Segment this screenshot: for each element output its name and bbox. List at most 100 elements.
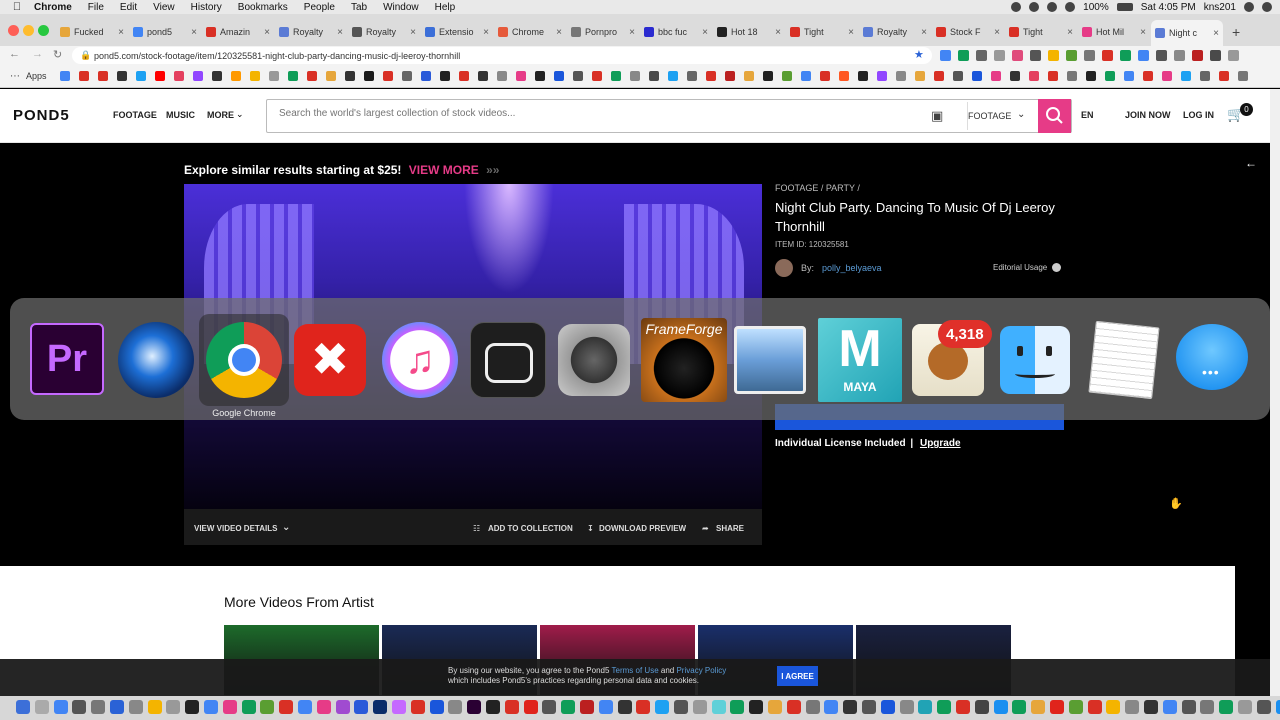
artist-link[interactable]: polly_belyaeva	[822, 263, 882, 273]
menu-window[interactable]: Window	[383, 2, 419, 13]
bookmark-icon[interactable]	[174, 71, 184, 81]
apple-menu-icon[interactable]: 	[0, 1, 34, 13]
dock-app-icon[interactable]	[1275, 700, 1280, 714]
wifi-icon[interactable]	[1065, 2, 1076, 12]
page-scrollbar[interactable]	[1270, 89, 1280, 696]
bookmark-icon[interactable]	[1086, 71, 1096, 81]
dock-app-icon[interactable]	[674, 700, 688, 714]
bookmark-icon[interactable]	[383, 71, 393, 81]
google-chrome-icon[interactable]	[206, 322, 282, 398]
dock-app-icon[interactable]	[580, 700, 594, 714]
extension-icon[interactable]	[1030, 50, 1041, 61]
dock-app-icon[interactable]	[429, 700, 444, 714]
menu-edit[interactable]: Edit	[120, 2, 137, 13]
system-preferences-icon[interactable]	[558, 324, 630, 396]
close-tab-icon[interactable]: ×	[410, 27, 416, 38]
menu-people[interactable]: People	[304, 2, 335, 13]
close-tab-icon[interactable]: ×	[1067, 27, 1073, 38]
status-icon[interactable]	[1011, 2, 1022, 12]
bookmark-icon[interactable]	[288, 71, 298, 81]
bookmark-icon[interactable]	[896, 71, 906, 81]
add-to-collection-button[interactable]: ADD TO COLLECTION	[488, 524, 573, 533]
bookmark-icon[interactable]	[98, 71, 108, 81]
bookmark-icon[interactable]	[611, 71, 621, 81]
browser-tab[interactable]: Stock F ×	[932, 22, 1004, 42]
extension-icon[interactable]	[940, 50, 951, 61]
dock-app-icon[interactable]	[598, 700, 613, 714]
dock-app-icon[interactable]	[279, 700, 294, 714]
bookmark-icon[interactable]	[706, 71, 716, 81]
bookmark-icon[interactable]	[744, 71, 754, 81]
bookmark-icon[interactable]	[763, 71, 773, 81]
back-icon[interactable]: ←	[9, 48, 20, 60]
dock-app-icon[interactable]	[974, 700, 989, 714]
bookmark-icon[interactable]	[573, 71, 583, 81]
bookmark-icon[interactable]	[1029, 71, 1039, 81]
bookmark-icon[interactable]	[345, 71, 355, 81]
dock-app-icon[interactable]	[1125, 700, 1140, 714]
bookmark-icon[interactable]	[440, 71, 450, 81]
breadcrumb[interactable]: FOOTAGE / PARTY /	[775, 183, 860, 193]
browser-tab[interactable]: Royalty ×	[859, 22, 931, 42]
extension-icon[interactable]	[1210, 50, 1221, 61]
dock-app-icon[interactable]	[1200, 700, 1215, 714]
bookmark-icon[interactable]	[1219, 71, 1229, 81]
extension-icon[interactable]	[958, 50, 969, 61]
chevron-down-icon[interactable]: ⌄	[236, 109, 244, 120]
dock-app-icon[interactable]	[1050, 700, 1064, 714]
dock-app-icon[interactable]	[1068, 700, 1083, 714]
spotlight-icon[interactable]	[1244, 2, 1254, 12]
dock-app-icon[interactable]	[185, 700, 200, 714]
menu-file[interactable]: File	[88, 2, 104, 13]
info-icon[interactable]	[1052, 263, 1062, 273]
browser-tab[interactable]: Tight ×	[1005, 22, 1077, 42]
finder-icon[interactable]	[1000, 326, 1070, 394]
extension-icon[interactable]	[1066, 50, 1077, 61]
dock-app-icon[interactable]	[373, 700, 388, 714]
browser-tab[interactable]: Royalty ×	[348, 22, 420, 42]
bookmark-icon[interactable]	[155, 71, 165, 81]
dock-app-icon[interactable]	[655, 700, 670, 714]
dock-app-icon[interactable]	[204, 700, 218, 714]
premiere-pro-icon[interactable]: Pr	[30, 323, 104, 395]
extension-icon[interactable]	[1156, 50, 1167, 61]
bookmark-icon[interactable]	[1181, 71, 1191, 81]
reload-icon[interactable]: ↻	[53, 48, 62, 61]
bookmark-icon[interactable]	[1143, 71, 1153, 81]
bookmark-icon[interactable]	[668, 71, 678, 81]
bookmark-icon[interactable]	[516, 71, 526, 81]
browser-tab[interactable]: pond5 ×	[129, 22, 201, 42]
address-bar[interactable]: 🔒 pond5.com/stock-footage/item/120325581…	[72, 47, 932, 64]
dock-app-icon[interactable]	[91, 700, 106, 714]
browser-tab[interactable]: Tight ×	[786, 22, 858, 42]
new-tab-icon[interactable]: +	[1232, 24, 1240, 40]
close-tab-icon[interactable]: ×	[629, 27, 635, 38]
avatar[interactable]	[775, 259, 793, 277]
dock-app-icon[interactable]	[711, 700, 726, 714]
dock-app-icon[interactable]	[636, 700, 651, 714]
browser-tab[interactable]: Pornpro ×	[567, 22, 639, 42]
close-tab-icon[interactable]: ×	[775, 27, 781, 38]
dock-app-icon[interactable]	[523, 700, 538, 714]
dock-app-icon[interactable]	[843, 700, 858, 714]
bookmark-icon[interactable]	[877, 71, 887, 81]
bookmark-apps[interactable]: Apps	[26, 71, 47, 81]
dock-app-icon[interactable]	[354, 700, 369, 714]
join-now-link[interactable]: JOIN NOW	[1125, 110, 1171, 120]
bookmark-icon[interactable]	[136, 71, 146, 81]
search-button[interactable]	[1038, 99, 1071, 133]
dock-app-icon[interactable]	[937, 700, 952, 714]
menu-bookmarks[interactable]: Bookmarks	[238, 2, 288, 13]
bookmark-icon[interactable]	[934, 71, 944, 81]
bookmark-icon[interactable]	[801, 71, 811, 81]
browser-tab[interactable]: Chrome ×	[494, 22, 566, 42]
close-tab-icon[interactable]: ×	[1140, 27, 1146, 38]
notification-center-icon[interactable]	[1262, 2, 1272, 12]
dock-app-icon[interactable]	[222, 700, 237, 714]
extension-icon[interactable]	[1120, 50, 1131, 61]
bookmark-icon[interactable]	[1124, 71, 1134, 81]
dock-app-icon[interactable]	[730, 700, 745, 714]
bookmark-icon[interactable]	[630, 71, 640, 81]
extension-icon[interactable]	[1174, 50, 1185, 61]
bluetooth-icon[interactable]	[1047, 2, 1058, 12]
